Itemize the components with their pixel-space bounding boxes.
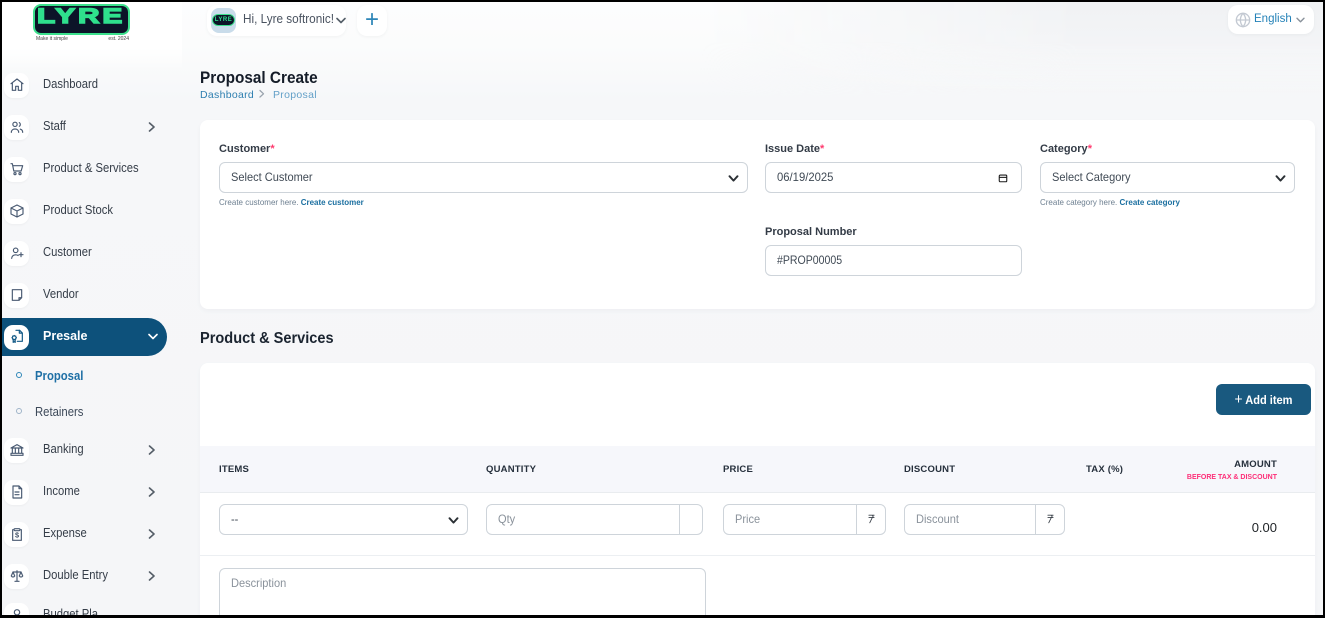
svg-text:$: $: [14, 530, 18, 539]
